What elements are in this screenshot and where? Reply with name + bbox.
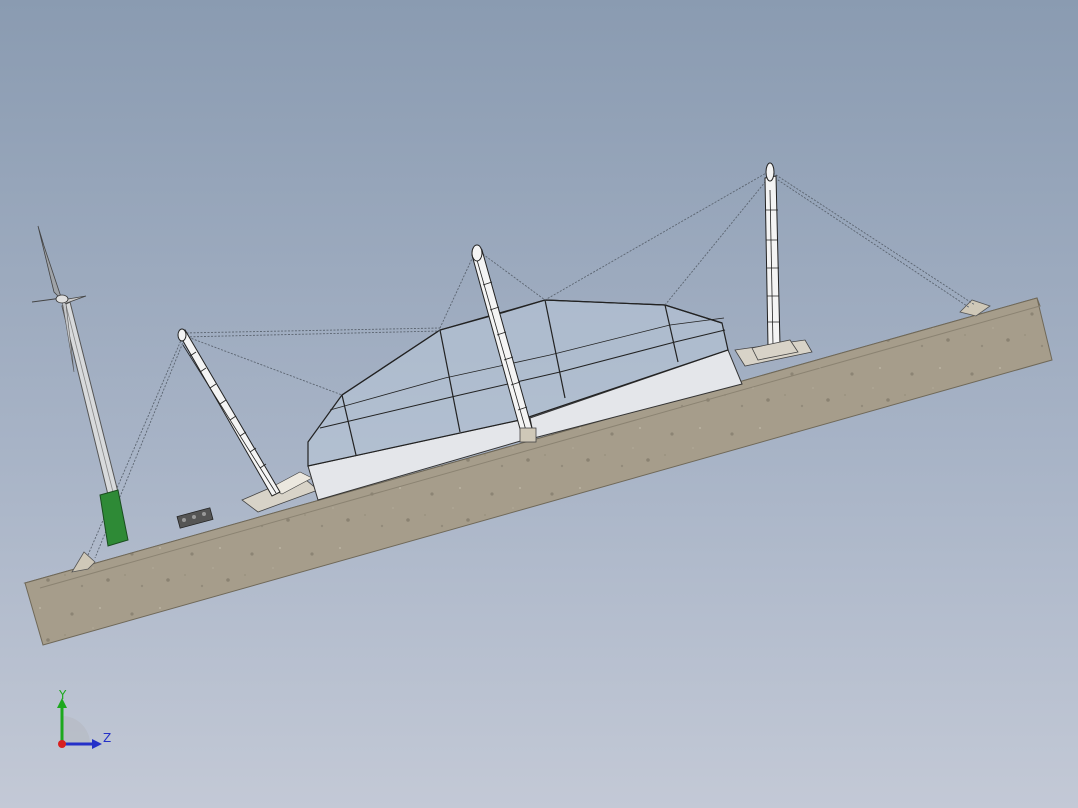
mast-right [751,162,799,361]
wind-turbine [31,225,129,547]
3d-viewport[interactable]: Y Z [0,0,1078,808]
z-axis-arrow [92,739,102,749]
model-scene[interactable] [0,0,1078,808]
z-axis-label: Z [103,731,112,745]
equipment-unit [176,507,214,529]
mast-left [177,328,281,497]
x-axis-origin [58,740,66,748]
y-axis-label: Y [59,688,67,702]
